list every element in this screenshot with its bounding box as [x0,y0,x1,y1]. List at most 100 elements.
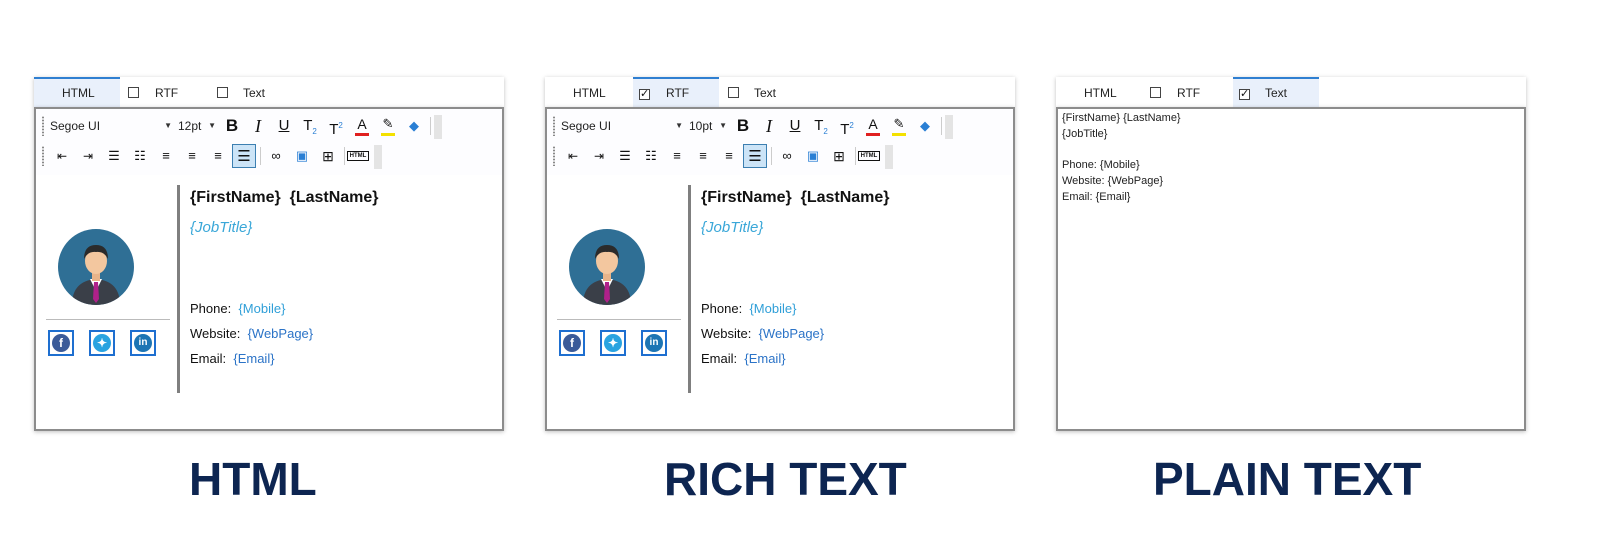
subscript-icon[interactable]: T2 [298,114,322,138]
tab-text-label: Text [754,86,777,100]
tab-rtf-label: RTF [155,86,179,100]
link-icon[interactable]: ∞ [264,144,288,168]
toolbar-grip[interactable] [553,146,555,166]
highlight-icon[interactable]: ✎ [887,114,911,138]
italic-icon[interactable]: I [246,114,270,138]
toolbar-overflow[interactable] [434,115,442,139]
numbered-list-icon[interactable]: ☷ [639,144,663,168]
tab-text[interactable]: Text [217,77,297,107]
html-source-icon[interactable]: HTML [857,144,881,168]
facebook-icon[interactable]: f [559,330,585,356]
link-icon[interactable]: ∞ [775,144,799,168]
align-center-icon[interactable]: ≡ [180,144,204,168]
toolbar-grip[interactable] [553,116,555,136]
align-center-icon[interactable]: ≡ [691,144,715,168]
align-left-icon[interactable]: ≡ [154,144,178,168]
tab-rtf[interactable]: RTF [128,77,208,107]
toolbar-overflow[interactable] [374,145,382,169]
font-family-dropdown[interactable]: Segoe UI ▼ [50,116,172,136]
table-icon[interactable]: ⊞ [316,144,340,168]
align-right-icon[interactable]: ≡ [206,144,230,168]
image-icon[interactable]: ▣ [290,144,314,168]
clear-format-icon[interactable]: ◆ [402,114,426,138]
font-color-icon[interactable]: A [861,114,885,138]
font-size-dropdown[interactable]: 10pt ▼ [689,116,727,136]
tab-text[interactable]: Text [1233,77,1319,107]
font-size-dropdown[interactable]: 12pt ▼ [178,116,216,136]
rtf-editor-panel: HTML RTF Text Segoe UI ▼ 10pt ▼ B [545,77,1021,431]
image-icon[interactable]: ▣ [801,144,825,168]
signature-preview: f ✦ in {FirstName} {LastName} {JobTitle}… [36,175,502,429]
signature-job-title: {JobTitle} [701,219,764,236]
align-left-icon[interactable]: ≡ [665,144,689,168]
html-editor-panel: HTML RTF Text Segoe UI ▼ 12pt ▼ B I U T2… [34,77,510,431]
font-color-icon[interactable]: A [350,114,374,138]
chevron-down-icon: ▼ [164,121,172,130]
outdent-icon[interactable]: ⇤ [50,144,74,168]
clear-format-icon[interactable]: ◆ [913,114,937,138]
chevron-down-icon: ▼ [719,121,727,130]
toolbar-grip[interactable] [42,146,44,166]
twitter-icon[interactable]: ✦ [600,330,626,356]
font-size-value: 10pt [689,119,713,133]
bullet-list-icon[interactable]: ☰ [102,144,126,168]
tab-rtf[interactable]: RTF [633,77,719,107]
tab-rtf[interactable]: RTF [1150,77,1230,107]
subscript-icon[interactable]: T2 [809,114,833,138]
justify-icon[interactable]: ☰ [743,144,767,168]
tab-html[interactable]: HTML [545,77,631,107]
chevron-down-icon: ▼ [675,121,683,130]
text-checkbox[interactable] [1239,85,1250,103]
signature-website: Website: {WebPage} [701,326,825,341]
html-source-icon[interactable]: HTML [346,144,370,168]
plain-text-area[interactable]: {FirstName} {LastName} {JobTitle} Phone:… [1056,107,1526,431]
linkedin-icon[interactable]: in [641,330,667,356]
avatar [58,229,134,305]
font-family-value: Segoe UI [561,119,612,133]
superscript-icon[interactable]: T2 [324,114,348,138]
font-family-value: Segoe UI [50,119,101,133]
toolbar-overflow[interactable] [885,145,893,169]
rtf-checkbox[interactable] [128,87,139,98]
bullet-list-icon[interactable]: ☰ [613,144,637,168]
bold-icon[interactable]: B [731,114,755,138]
formatting-toolbar: Segoe UI ▼ 12pt ▼ B I U T2 T2 A ✎ ◆ ⇤ ⇥ … [36,109,502,175]
twitter-icon[interactable]: ✦ [89,330,115,356]
indent-icon[interactable]: ⇥ [587,144,611,168]
toolbar-row-1: Segoe UI ▼ 10pt ▼ B I U T2 T2 A ✎ ◆ [553,113,953,139]
formatting-toolbar: Segoe UI ▼ 10pt ▼ B I U T2 T2 A ✎ ◆ ⇤ ⇥ … [547,109,1013,175]
toolbar-row-1: Segoe UI ▼ 12pt ▼ B I U T2 T2 A ✎ ◆ [42,113,442,139]
editor-area[interactable]: Segoe UI ▼ 12pt ▼ B I U T2 T2 A ✎ ◆ ⇤ ⇥ … [34,107,504,431]
font-family-dropdown[interactable]: Segoe UI ▼ [561,116,683,136]
signature-name: {FirstName} {LastName} [190,189,379,206]
table-icon[interactable]: ⊞ [827,144,851,168]
text-checkbox[interactable] [217,87,228,98]
superscript-icon[interactable]: T2 [835,114,859,138]
tab-text[interactable]: Text [728,77,808,107]
signature-website: Website: {WebPage} [190,326,314,341]
bold-icon[interactable]: B [220,114,244,138]
toolbar-overflow[interactable] [945,115,953,139]
italic-icon[interactable]: I [757,114,781,138]
linkedin-icon[interactable]: in [130,330,156,356]
tab-html[interactable]: HTML [34,77,120,107]
caption-plain-text: PLAIN TEXT [1153,453,1422,505]
align-right-icon[interactable]: ≡ [717,144,741,168]
tab-html[interactable]: HTML [1056,77,1142,107]
tab-text-label: Text [243,86,266,100]
signature-email: Email: {Email} [190,351,275,366]
facebook-icon[interactable]: f [48,330,74,356]
format-tabs: HTML RTF Text [1056,77,1526,107]
highlight-icon[interactable]: ✎ [376,114,400,138]
indent-icon[interactable]: ⇥ [76,144,100,168]
underline-icon[interactable]: U [783,114,807,138]
text-checkbox[interactable] [728,87,739,98]
editor-area[interactable]: Segoe UI ▼ 10pt ▼ B I U T2 T2 A ✎ ◆ ⇤ ⇥ … [545,107,1015,431]
rtf-checkbox[interactable] [1150,87,1161,98]
numbered-list-icon[interactable]: ☷ [128,144,152,168]
justify-icon[interactable]: ☰ [232,144,256,168]
underline-icon[interactable]: U [272,114,296,138]
outdent-icon[interactable]: ⇤ [561,144,585,168]
toolbar-grip[interactable] [42,116,44,136]
rtf-checkbox[interactable] [639,85,650,103]
